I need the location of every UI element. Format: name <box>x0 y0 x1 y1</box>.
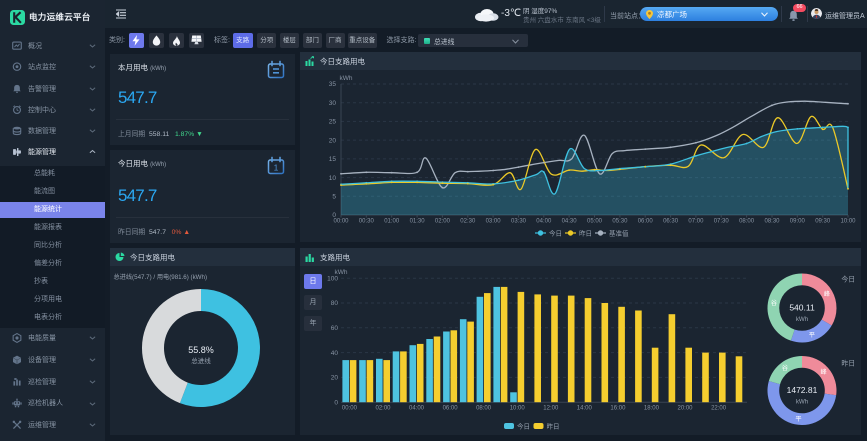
svg-text:09:00: 09:00 <box>790 219 806 225</box>
svg-text:总进线: 总进线 <box>191 356 211 365</box>
svg-text:昨日: 昨日 <box>547 422 560 431</box>
svg-text:峰: 峰 <box>821 368 827 376</box>
svg-text:12:00: 12:00 <box>543 406 559 412</box>
svg-text:平: 平 <box>809 332 815 339</box>
svg-text:基准值: 基准值 <box>609 229 629 238</box>
svg-text:10:00: 10:00 <box>840 219 856 225</box>
svg-text:540.11: 540.11 <box>789 303 815 313</box>
svg-text:08:00: 08:00 <box>476 406 492 412</box>
svg-text:昨日: 昨日 <box>841 359 855 368</box>
svg-text:30: 30 <box>329 100 337 107</box>
svg-text:今日: 今日 <box>549 229 562 238</box>
svg-text:06:00: 06:00 <box>443 406 459 412</box>
svg-text:25: 25 <box>329 119 337 126</box>
svg-text:00:00: 00:00 <box>342 406 358 412</box>
svg-text:02:30: 02:30 <box>460 219 476 225</box>
svg-text:今日: 今日 <box>517 422 530 431</box>
svg-text:kWh: kWh <box>340 75 353 82</box>
svg-text:07:30: 07:30 <box>714 219 730 225</box>
svg-text:01:30: 01:30 <box>410 219 426 225</box>
svg-text:40: 40 <box>331 350 339 357</box>
svg-text:04:30: 04:30 <box>562 219 578 225</box>
svg-text:00:30: 00:30 <box>359 219 375 225</box>
svg-text:02:00: 02:00 <box>435 219 451 225</box>
svg-text:16:00: 16:00 <box>610 406 626 412</box>
svg-text:22:00: 22:00 <box>711 406 727 412</box>
svg-text:20:00: 20:00 <box>677 406 693 412</box>
svg-text:0: 0 <box>334 399 338 406</box>
svg-text:08:00: 08:00 <box>739 219 755 225</box>
svg-text:04:00: 04:00 <box>536 219 552 225</box>
svg-text:1472.81: 1472.81 <box>787 385 818 395</box>
svg-text:07:00: 07:00 <box>688 219 704 225</box>
svg-text:今日: 今日 <box>841 275 855 284</box>
svg-text:kWh: kWh <box>796 399 809 406</box>
svg-text:18:00: 18:00 <box>644 406 660 412</box>
svg-text:20: 20 <box>329 137 337 144</box>
svg-text:06:30: 06:30 <box>663 219 679 225</box>
svg-text:峰: 峰 <box>824 290 830 298</box>
svg-text:00:00: 00:00 <box>333 219 349 225</box>
svg-text:05:00: 05:00 <box>587 219 603 225</box>
svg-text:谷: 谷 <box>782 364 788 372</box>
svg-text:100: 100 <box>327 275 338 282</box>
svg-text:09:30: 09:30 <box>815 219 831 225</box>
svg-text:08:30: 08:30 <box>764 219 780 225</box>
svg-text:14:00: 14:00 <box>577 406 593 412</box>
svg-text:15: 15 <box>329 156 337 163</box>
svg-text:60: 60 <box>331 325 339 332</box>
svg-text:05:30: 05:30 <box>612 219 628 225</box>
svg-text:谷: 谷 <box>771 299 777 307</box>
svg-text:04:00: 04:00 <box>409 406 425 412</box>
svg-text:kWh: kWh <box>796 316 809 323</box>
svg-text:20: 20 <box>331 375 339 382</box>
svg-text:昨日: 昨日 <box>579 229 592 238</box>
svg-text:35: 35 <box>329 81 337 88</box>
svg-text:10:00: 10:00 <box>510 406 526 412</box>
svg-text:01:00: 01:00 <box>384 219 400 225</box>
svg-text:06:00: 06:00 <box>638 219 654 225</box>
svg-text:03:30: 03:30 <box>511 219 527 225</box>
svg-text:kWh: kWh <box>335 269 348 276</box>
svg-text:03:00: 03:00 <box>486 219 502 225</box>
svg-text:55.8%: 55.8% <box>188 345 214 355</box>
svg-text:总进线(547.7) / 用电(981.6) (kWh): 总进线(547.7) / 用电(981.6) (kWh) <box>114 273 208 281</box>
svg-text:02:00: 02:00 <box>375 406 391 412</box>
svg-text:80: 80 <box>331 300 339 307</box>
svg-text:1: 1 <box>274 163 279 173</box>
svg-text:5: 5 <box>332 194 336 201</box>
svg-text:平: 平 <box>795 416 801 423</box>
svg-text:10: 10 <box>329 175 337 182</box>
